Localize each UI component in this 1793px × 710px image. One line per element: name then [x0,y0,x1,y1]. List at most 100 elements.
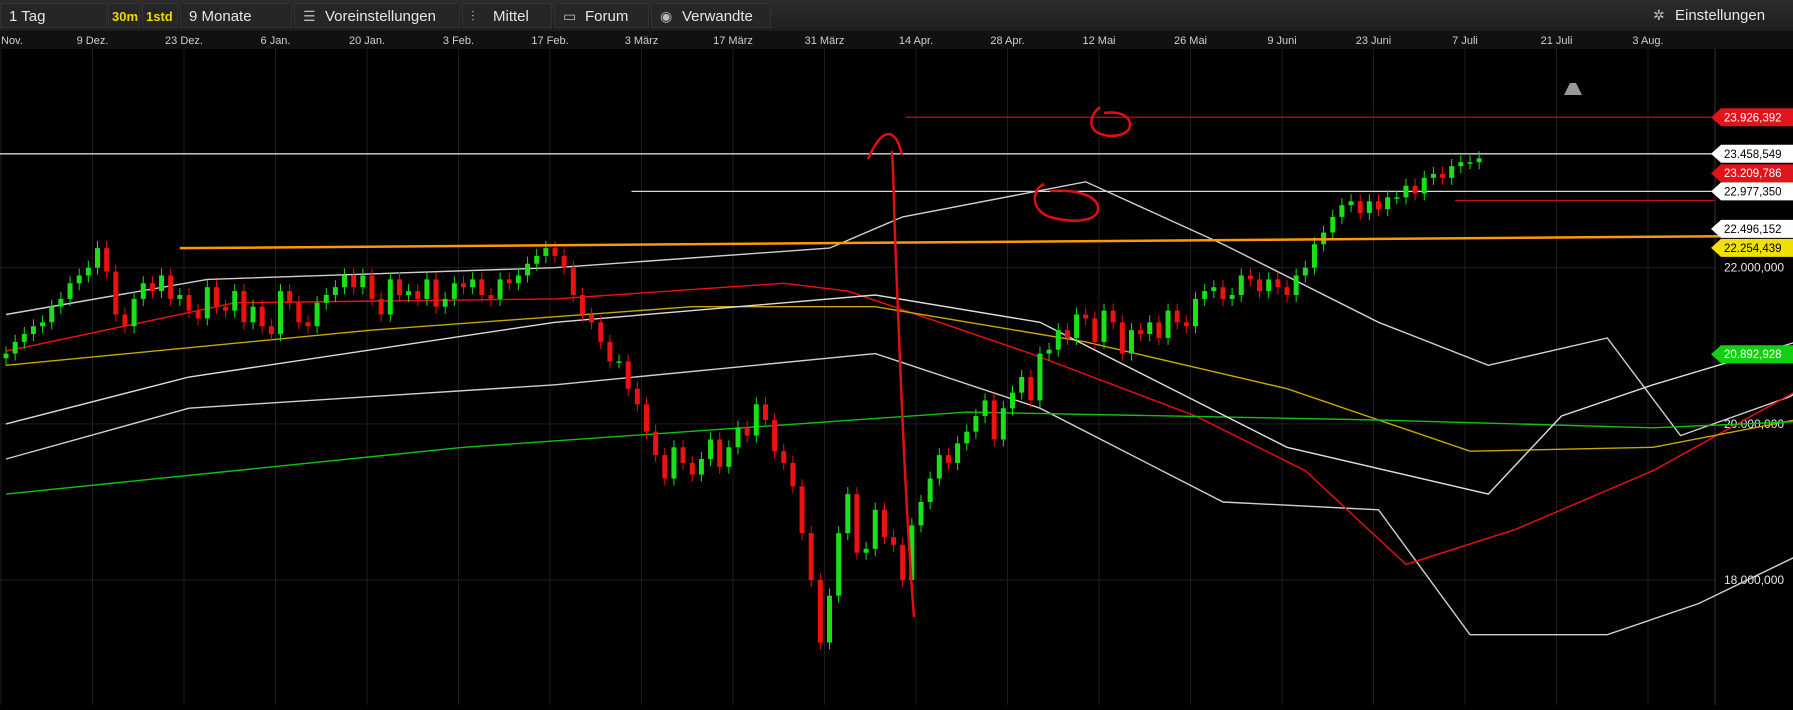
candle-body [1092,318,1098,342]
candle-body [964,431,970,444]
candle-body [525,263,531,276]
chart-canvas[interactable]: Nov. 9 Dez. 23 Dez. 6 Jan. 20 Jan. 3 Feb. 17 F… [0,31,1793,705]
candle-body [1284,287,1290,295]
candle-body [40,322,46,327]
interval-1std-button[interactable]: 1std [142,3,178,28]
x-tick-label: 9 Juni [1267,35,1296,47]
candle-body [1403,185,1409,198]
candle-body [122,314,128,327]
candle-body [1147,322,1153,335]
candle-body [579,295,585,315]
trend-line [179,234,1793,250]
settings-label: Einstellungen [1675,7,1766,24]
candle-body [424,279,430,299]
candle-body [1074,314,1080,338]
candle-body [67,283,73,299]
candle-body [241,291,247,323]
price-label-text: 20.892,928 [1724,349,1782,361]
candle-body [213,287,219,307]
candle-body [616,361,622,363]
candle-body [881,509,887,538]
related-button[interactable]: ◉ Verwandte [651,3,771,28]
interval-30m-button[interactable]: 30m [108,3,140,28]
candle-body [470,279,476,288]
candle-body [104,248,110,272]
price-label-text: 22.254,439 [1724,243,1782,255]
presets-button[interactable]: ☰ Voreinstellungen [294,3,460,28]
candle-body [735,427,741,448]
candle-body [1257,279,1263,292]
candle-body [726,447,732,467]
settings-button[interactable]: ✲ Einstellungen [1645,3,1793,28]
candle-body [3,353,9,359]
candle-body [332,287,338,295]
candle-body [808,533,814,581]
x-tick-label: 26 Mai [1174,35,1207,47]
candle-body [131,298,137,327]
candle-body [698,459,704,475]
candle-body [268,326,274,335]
candle-body [744,427,750,436]
drawn-circle-annotation [1090,106,1132,137]
candle-body [1394,197,1400,199]
candle-body [927,478,933,502]
candle-body [506,279,512,284]
interval-1std-label: 1std [146,9,173,24]
candle-body [168,275,174,299]
candle-body [854,494,860,553]
candle-body [671,447,677,479]
candle-body [232,291,238,311]
range-select[interactable]: 9 Monate [180,3,292,28]
candle-body [973,416,979,432]
candle-body [589,314,595,323]
candle-body [396,279,402,295]
candle-body [543,248,549,256]
candle-body [250,306,256,323]
forum-label: Forum [585,8,629,25]
candle-body [1421,177,1427,194]
candle-body [817,580,823,643]
candle-body [76,275,82,284]
candle-body [1238,275,1244,295]
candle-body [1229,295,1235,299]
x-tick-label: 3 März [625,35,659,47]
candle-body [296,302,302,323]
candle-body [1247,275,1253,280]
indicator-button[interactable]: ⫶ Mittel [462,3,552,28]
y-tick-label: 18.000,000 [1724,573,1784,587]
candle-body [287,291,293,303]
candle-body [149,283,155,292]
candle-body [442,298,448,307]
candle-body [360,275,366,288]
candle-body [1000,408,1006,440]
candle-body [1174,310,1180,323]
candle-body [827,595,832,643]
candle-body [406,291,412,295]
price-label-text: 23.458,549 [1724,149,1782,161]
candle-body [278,291,283,335]
candle-body [177,295,183,299]
candle-body [836,533,842,596]
candle-body [488,295,494,299]
candle-body [598,322,604,342]
x-tick-label: 23 Dez. [165,35,203,47]
price-chart[interactable]: Nov. 9 Dez. 23 Dez. 6 Jan. 20 Jan. 3 Feb. 17 F… [0,31,1793,705]
candle-body [1458,162,1464,167]
candle-body [479,279,485,295]
related-label: Verwandte [682,8,753,25]
sliders-icon: ☰ [303,8,316,24]
candle-body [790,462,796,487]
candle-body [323,295,329,303]
candle-body [451,283,457,299]
period-select[interactable]: 1 Tag [0,3,107,28]
indicator-label: Mittel [493,8,529,25]
candle-body [314,302,320,327]
forum-button[interactable]: ▭ Forum [554,3,649,28]
price-label-text: 22.977,350 [1724,186,1782,198]
candle-body [1467,162,1473,164]
candle-body [387,279,393,315]
candle-body [1156,322,1162,338]
interval-30m-label: 30m [112,9,139,24]
candle-body [1376,201,1381,210]
y-tick-label: 22.000,000 [1724,261,1784,275]
